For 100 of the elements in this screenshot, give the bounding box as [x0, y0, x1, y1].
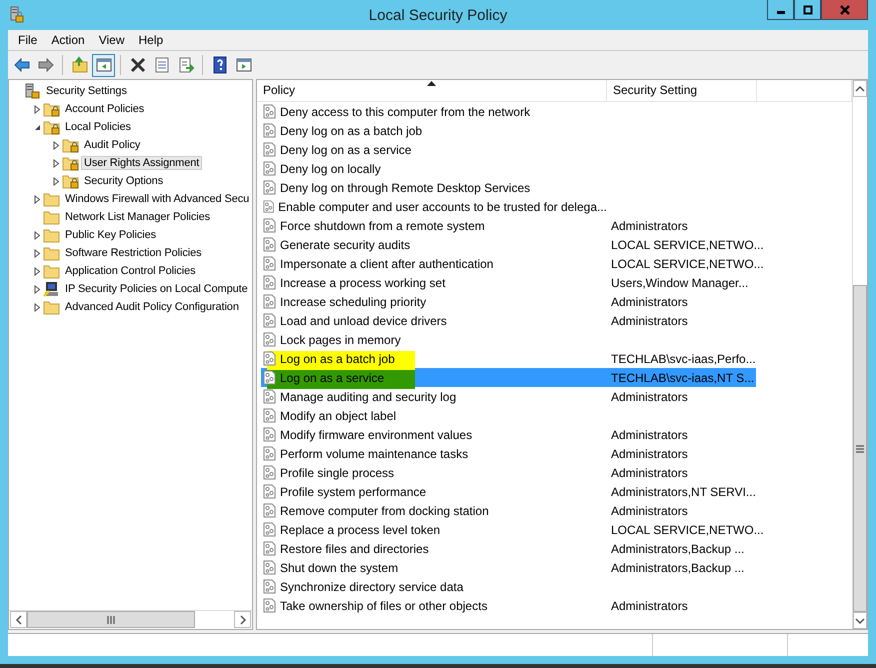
- chevron-down-icon: [855, 616, 865, 624]
- policy-name: Generate security audits: [280, 238, 410, 252]
- security-setting: TECHLAB\svc-iaas,NT S...: [610, 370, 754, 384]
- policy-row[interactable]: Modify firmware environment values Administrators: [261, 425, 756, 444]
- policy-icon: [263, 313, 277, 328]
- policy-row[interactable]: Restore files and directories Administrators,Backup ...: [261, 539, 756, 558]
- scroll-up-button[interactable]: [853, 80, 867, 97]
- policy-row[interactable]: Log on as a batch job TECHLAB\svc-iaas,Perfo...: [261, 349, 756, 368]
- security-setting: Administrators: [610, 446, 688, 460]
- policy-row[interactable]: Deny log on as a service: [261, 140, 756, 159]
- tree-item[interactable]: Public Key Policies: [62, 228, 160, 242]
- policy-row[interactable]: Synchronize directory service data: [261, 577, 756, 596]
- policy-row[interactable]: Load and unload device drivers Administrators: [261, 311, 756, 330]
- policy-icon: [263, 484, 277, 499]
- policy-icon: [263, 522, 277, 537]
- menu-item[interactable]: View: [92, 33, 130, 47]
- expand-arrow-icon[interactable]: [33, 194, 42, 204]
- policy-name: Log on as a service: [280, 370, 384, 384]
- maximize-button[interactable]: [794, 0, 821, 20]
- policy-icon: [263, 142, 277, 157]
- expand-arrow-icon[interactable]: [33, 266, 42, 276]
- security-setting: Administrators: [610, 218, 688, 232]
- policy-row[interactable]: Manage auditing and security log Administrators: [261, 387, 756, 406]
- policy-row[interactable]: Profile system performance Administrators,NT SERVI...: [261, 482, 756, 501]
- menu-item[interactable]: File: [12, 33, 44, 47]
- security-setting: Administrators: [610, 294, 688, 308]
- expand-arrow-icon[interactable]: [33, 248, 42, 258]
- security-setting: Administrators: [610, 466, 688, 480]
- policy-row[interactable]: Perform volume maintenance tasks Administrators: [261, 444, 756, 463]
- menu-item[interactable]: Action: [45, 33, 91, 47]
- column-header[interactable]: Policy: [257, 80, 607, 101]
- security-setting: Administrators: [610, 428, 688, 442]
- tree-pane-icon[interactable]: [92, 54, 115, 76]
- expand-arrow-icon[interactable]: [52, 176, 61, 186]
- policy-name: Profile single process: [280, 466, 394, 480]
- security-setting: Administrators: [610, 390, 688, 404]
- expand-arrow-icon[interactable]: [33, 104, 42, 114]
- policy-row[interactable]: Increase a process working set Users,Window Manager...: [261, 273, 756, 292]
- policy-row[interactable]: Log on as a service TECHLAB\svc-iaas,NT S...: [261, 368, 756, 387]
- tree-item[interactable]: Audit Policy: [81, 138, 144, 152]
- tree-item[interactable]: Network List Manager Policies: [62, 210, 214, 224]
- menu-item[interactable]: Help: [132, 33, 170, 47]
- policy-name: Deny log on locally: [280, 162, 381, 176]
- scroll-down-button[interactable]: [853, 612, 867, 629]
- collapse-arrow-icon[interactable]: [33, 122, 42, 132]
- tree-item[interactable]: Advanced Audit Policy Configuration: [62, 300, 242, 314]
- security-setting: Administrators: [610, 504, 688, 518]
- tree-item[interactable]: Windows Firewall with Advanced Secu: [62, 192, 252, 206]
- policy-row[interactable]: Deny access to this computer from the network: [261, 102, 756, 121]
- policy-row[interactable]: Profile single process Administrators: [261, 463, 756, 482]
- tree-item[interactable]: Account Policies: [62, 102, 148, 116]
- tree-item[interactable]: Local Policies: [62, 120, 134, 134]
- policy-row[interactable]: Enable computer and user accounts to be trusted for delega...: [261, 197, 756, 216]
- expand-arrow-icon[interactable]: [52, 140, 61, 150]
- policy-icon: [263, 351, 277, 366]
- policy-row[interactable]: Deny log on through Remote Desktop Services: [261, 178, 756, 197]
- locked-folder-icon: [62, 173, 79, 189]
- expand-arrow-icon[interactable]: [33, 230, 42, 240]
- policy-row[interactable]: Remove computer from docking station Administrators: [261, 501, 756, 520]
- policy-row[interactable]: Modify an object label: [261, 406, 756, 425]
- security-setting: LOCAL SERVICE,NETWO...: [610, 238, 764, 252]
- policy-row[interactable]: Take ownership of files or other objects Administrators: [261, 596, 756, 615]
- close-icon: [840, 4, 850, 14]
- computer-key-icon: [43, 281, 60, 297]
- locked-folder-icon: [43, 101, 60, 117]
- tree-item[interactable]: Software Restriction Policies: [62, 246, 204, 260]
- policy-row[interactable]: Increase scheduling priority Administrators: [261, 292, 756, 311]
- security-setting: Administrators,NT SERVI...: [610, 484, 756, 498]
- close-button[interactable]: [821, 0, 868, 20]
- chevron-left-icon: [14, 614, 22, 624]
- scroll-left-button[interactable]: [10, 611, 27, 628]
- locked-folder-icon: [43, 119, 60, 135]
- policy-name: Deny log on as a batch job: [280, 124, 422, 138]
- policy-row[interactable]: Force shutdown from a remote system Administrators: [261, 216, 756, 235]
- column-header[interactable]: Security Setting: [607, 80, 757, 101]
- policy-row[interactable]: Deny log on as a batch job: [261, 121, 756, 140]
- scroll-thumb[interactable]: [853, 285, 867, 612]
- expand-arrow-icon[interactable]: [52, 158, 61, 168]
- expand-arrow-icon[interactable]: [33, 302, 42, 312]
- tree-item[interactable]: User Rights Assignment: [81, 156, 202, 170]
- policy-name: Manage auditing and security log: [280, 390, 456, 404]
- policy-icon: [263, 123, 277, 138]
- policy-name: Replace a process level token: [280, 522, 440, 536]
- policy-icon: [263, 541, 277, 556]
- tree-item[interactable]: Application Control Policies: [62, 264, 198, 278]
- scroll-thumb[interactable]: [27, 611, 195, 628]
- policy-name: Increase a process working set: [280, 276, 446, 290]
- policy-name: Synchronize directory service data: [280, 580, 464, 594]
- minimize-button[interactable]: [767, 0, 794, 20]
- scroll-right-button[interactable]: [234, 611, 251, 628]
- tree-item[interactable]: Security Options: [81, 174, 166, 188]
- tree-item[interactable]: Security Settings: [43, 84, 130, 98]
- expand-arrow-icon[interactable]: [33, 284, 42, 294]
- tree-item[interactable]: IP Security Policies on Local Compute: [62, 282, 251, 296]
- policy-name: Deny log on as a service: [280, 142, 412, 156]
- policy-name: Take ownership of files or other objects: [280, 598, 488, 612]
- policy-row[interactable]: Lock pages in memory: [261, 330, 756, 349]
- policy-name: Force shutdown from a remote system: [280, 218, 485, 232]
- policy-row[interactable]: Deny log on locally: [261, 159, 756, 178]
- policy-row[interactable]: Shut down the system Administrators,Backup ...: [261, 558, 756, 577]
